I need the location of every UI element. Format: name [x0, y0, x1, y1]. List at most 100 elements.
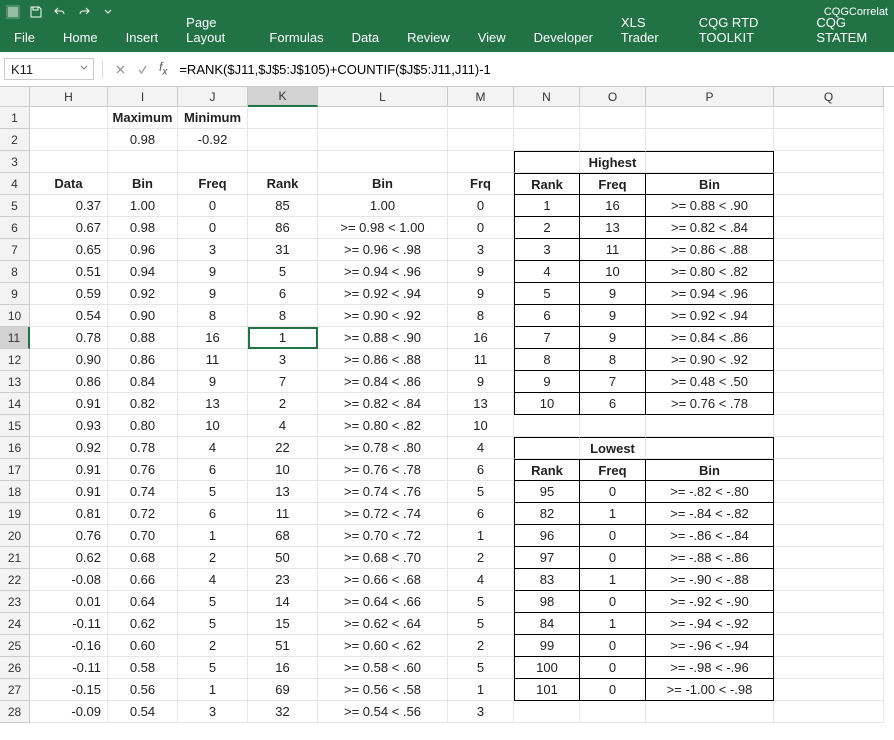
tab-home[interactable]: Home — [49, 24, 112, 52]
tab-xls-trader[interactable]: XLS Trader — [607, 9, 685, 52]
cell-Q8[interactable] — [774, 261, 884, 283]
cell-N16[interactable] — [514, 437, 580, 459]
cell-K4[interactable]: Rank — [248, 173, 318, 195]
cell-Q9[interactable] — [774, 283, 884, 305]
cell-K25[interactable]: 51 — [248, 635, 318, 657]
cell-N27[interactable]: 101 — [514, 679, 580, 701]
cell-Q12[interactable] — [774, 349, 884, 371]
cell-I26[interactable]: 0.58 — [108, 657, 178, 679]
cell-K26[interactable]: 16 — [248, 657, 318, 679]
cell-K27[interactable]: 69 — [248, 679, 318, 701]
cell-K14[interactable]: 2 — [248, 393, 318, 415]
cell-P10[interactable]: >= 0.92 < .94 — [646, 305, 774, 327]
cell-L5[interactable]: 1.00 — [318, 195, 448, 217]
cell-I2[interactable]: 0.98 — [108, 129, 178, 151]
cell-Q20[interactable] — [774, 525, 884, 547]
cell-N10[interactable]: 6 — [514, 305, 580, 327]
cell-J5[interactable]: 0 — [178, 195, 248, 217]
cell-P13[interactable]: >= 0.48 < .50 — [646, 371, 774, 393]
cell-M15[interactable]: 10 — [448, 415, 514, 437]
cell-L2[interactable] — [318, 129, 448, 151]
cell-O23[interactable]: 0 — [580, 591, 646, 613]
cell-L27[interactable]: >= 0.56 < .58 — [318, 679, 448, 701]
cell-M24[interactable]: 5 — [448, 613, 514, 635]
cell-I25[interactable]: 0.60 — [108, 635, 178, 657]
cell-J13[interactable]: 9 — [178, 371, 248, 393]
row-header-17[interactable]: 17 — [0, 459, 30, 481]
cell-H2[interactable] — [30, 129, 108, 151]
cell-P15[interactable] — [646, 415, 774, 437]
cell-M12[interactable]: 11 — [448, 349, 514, 371]
cell-P2[interactable] — [646, 129, 774, 151]
cell-I11[interactable]: 0.88 — [108, 327, 178, 349]
cell-L14[interactable]: >= 0.82 < .84 — [318, 393, 448, 415]
cell-Q4[interactable] — [774, 173, 884, 195]
cell-K7[interactable]: 31 — [248, 239, 318, 261]
cell-O4[interactable]: Freq — [580, 173, 646, 195]
cell-O2[interactable] — [580, 129, 646, 151]
cell-I14[interactable]: 0.82 — [108, 393, 178, 415]
cell-H3[interactable] — [30, 151, 108, 173]
tab-formulas[interactable]: Formulas — [255, 24, 337, 52]
cell-M14[interactable]: 13 — [448, 393, 514, 415]
cell-L1[interactable] — [318, 107, 448, 129]
cell-N24[interactable]: 84 — [514, 613, 580, 635]
cell-K22[interactable]: 23 — [248, 569, 318, 591]
cell-H9[interactable]: 0.59 — [30, 283, 108, 305]
cell-J2[interactable]: -0.92 — [178, 129, 248, 151]
cell-I4[interactable]: Bin — [108, 173, 178, 195]
cell-I8[interactable]: 0.94 — [108, 261, 178, 283]
cell-O20[interactable]: 0 — [580, 525, 646, 547]
cell-N3[interactable] — [514, 151, 580, 173]
cell-H20[interactable]: 0.76 — [30, 525, 108, 547]
cell-M1[interactable] — [448, 107, 514, 129]
column-header-J[interactable]: J — [178, 87, 248, 107]
cell-K13[interactable]: 7 — [248, 371, 318, 393]
cell-L8[interactable]: >= 0.94 < .96 — [318, 261, 448, 283]
cell-H23[interactable]: 0.01 — [30, 591, 108, 613]
cell-L9[interactable]: >= 0.92 < .94 — [318, 283, 448, 305]
cell-L3[interactable] — [318, 151, 448, 173]
cell-I16[interactable]: 0.78 — [108, 437, 178, 459]
cell-I15[interactable]: 0.80 — [108, 415, 178, 437]
cell-Q16[interactable] — [774, 437, 884, 459]
cell-N18[interactable]: 95 — [514, 481, 580, 503]
cell-L12[interactable]: >= 0.86 < .88 — [318, 349, 448, 371]
cell-K3[interactable] — [248, 151, 318, 173]
cell-K9[interactable]: 6 — [248, 283, 318, 305]
cell-M3[interactable] — [448, 151, 514, 173]
cell-K28[interactable]: 32 — [248, 701, 318, 723]
cell-O1[interactable] — [580, 107, 646, 129]
qat-dropdown-icon[interactable] — [100, 4, 116, 20]
cell-M5[interactable]: 0 — [448, 195, 514, 217]
cell-J23[interactable]: 5 — [178, 591, 248, 613]
tab-insert[interactable]: Insert — [112, 24, 173, 52]
cell-O10[interactable]: 9 — [580, 305, 646, 327]
cell-H15[interactable]: 0.93 — [30, 415, 108, 437]
cell-I22[interactable]: 0.66 — [108, 569, 178, 591]
cell-H26[interactable]: -0.11 — [30, 657, 108, 679]
cell-Q17[interactable] — [774, 459, 884, 481]
cell-N2[interactable] — [514, 129, 580, 151]
cell-I9[interactable]: 0.92 — [108, 283, 178, 305]
cell-M9[interactable]: 9 — [448, 283, 514, 305]
cell-J6[interactable]: 0 — [178, 217, 248, 239]
cell-M19[interactable]: 6 — [448, 503, 514, 525]
cell-H22[interactable]: -0.08 — [30, 569, 108, 591]
cell-L18[interactable]: >= 0.74 < .76 — [318, 481, 448, 503]
cell-O26[interactable]: 0 — [580, 657, 646, 679]
cell-J10[interactable]: 8 — [178, 305, 248, 327]
cell-P23[interactable]: >= -.92 < -.90 — [646, 591, 774, 613]
cell-L4[interactable]: Bin — [318, 173, 448, 195]
cell-J19[interactable]: 6 — [178, 503, 248, 525]
cell-N23[interactable]: 98 — [514, 591, 580, 613]
row-header-22[interactable]: 22 — [0, 569, 30, 591]
cell-M23[interactable]: 5 — [448, 591, 514, 613]
tab-data[interactable]: Data — [338, 24, 393, 52]
cell-I20[interactable]: 0.70 — [108, 525, 178, 547]
cell-P18[interactable]: >= -.82 < -.80 — [646, 481, 774, 503]
cell-P16[interactable] — [646, 437, 774, 459]
row-header-13[interactable]: 13 — [0, 371, 30, 393]
cell-N17[interactable]: Rank — [514, 459, 580, 481]
column-header-M[interactable]: M — [448, 87, 514, 107]
